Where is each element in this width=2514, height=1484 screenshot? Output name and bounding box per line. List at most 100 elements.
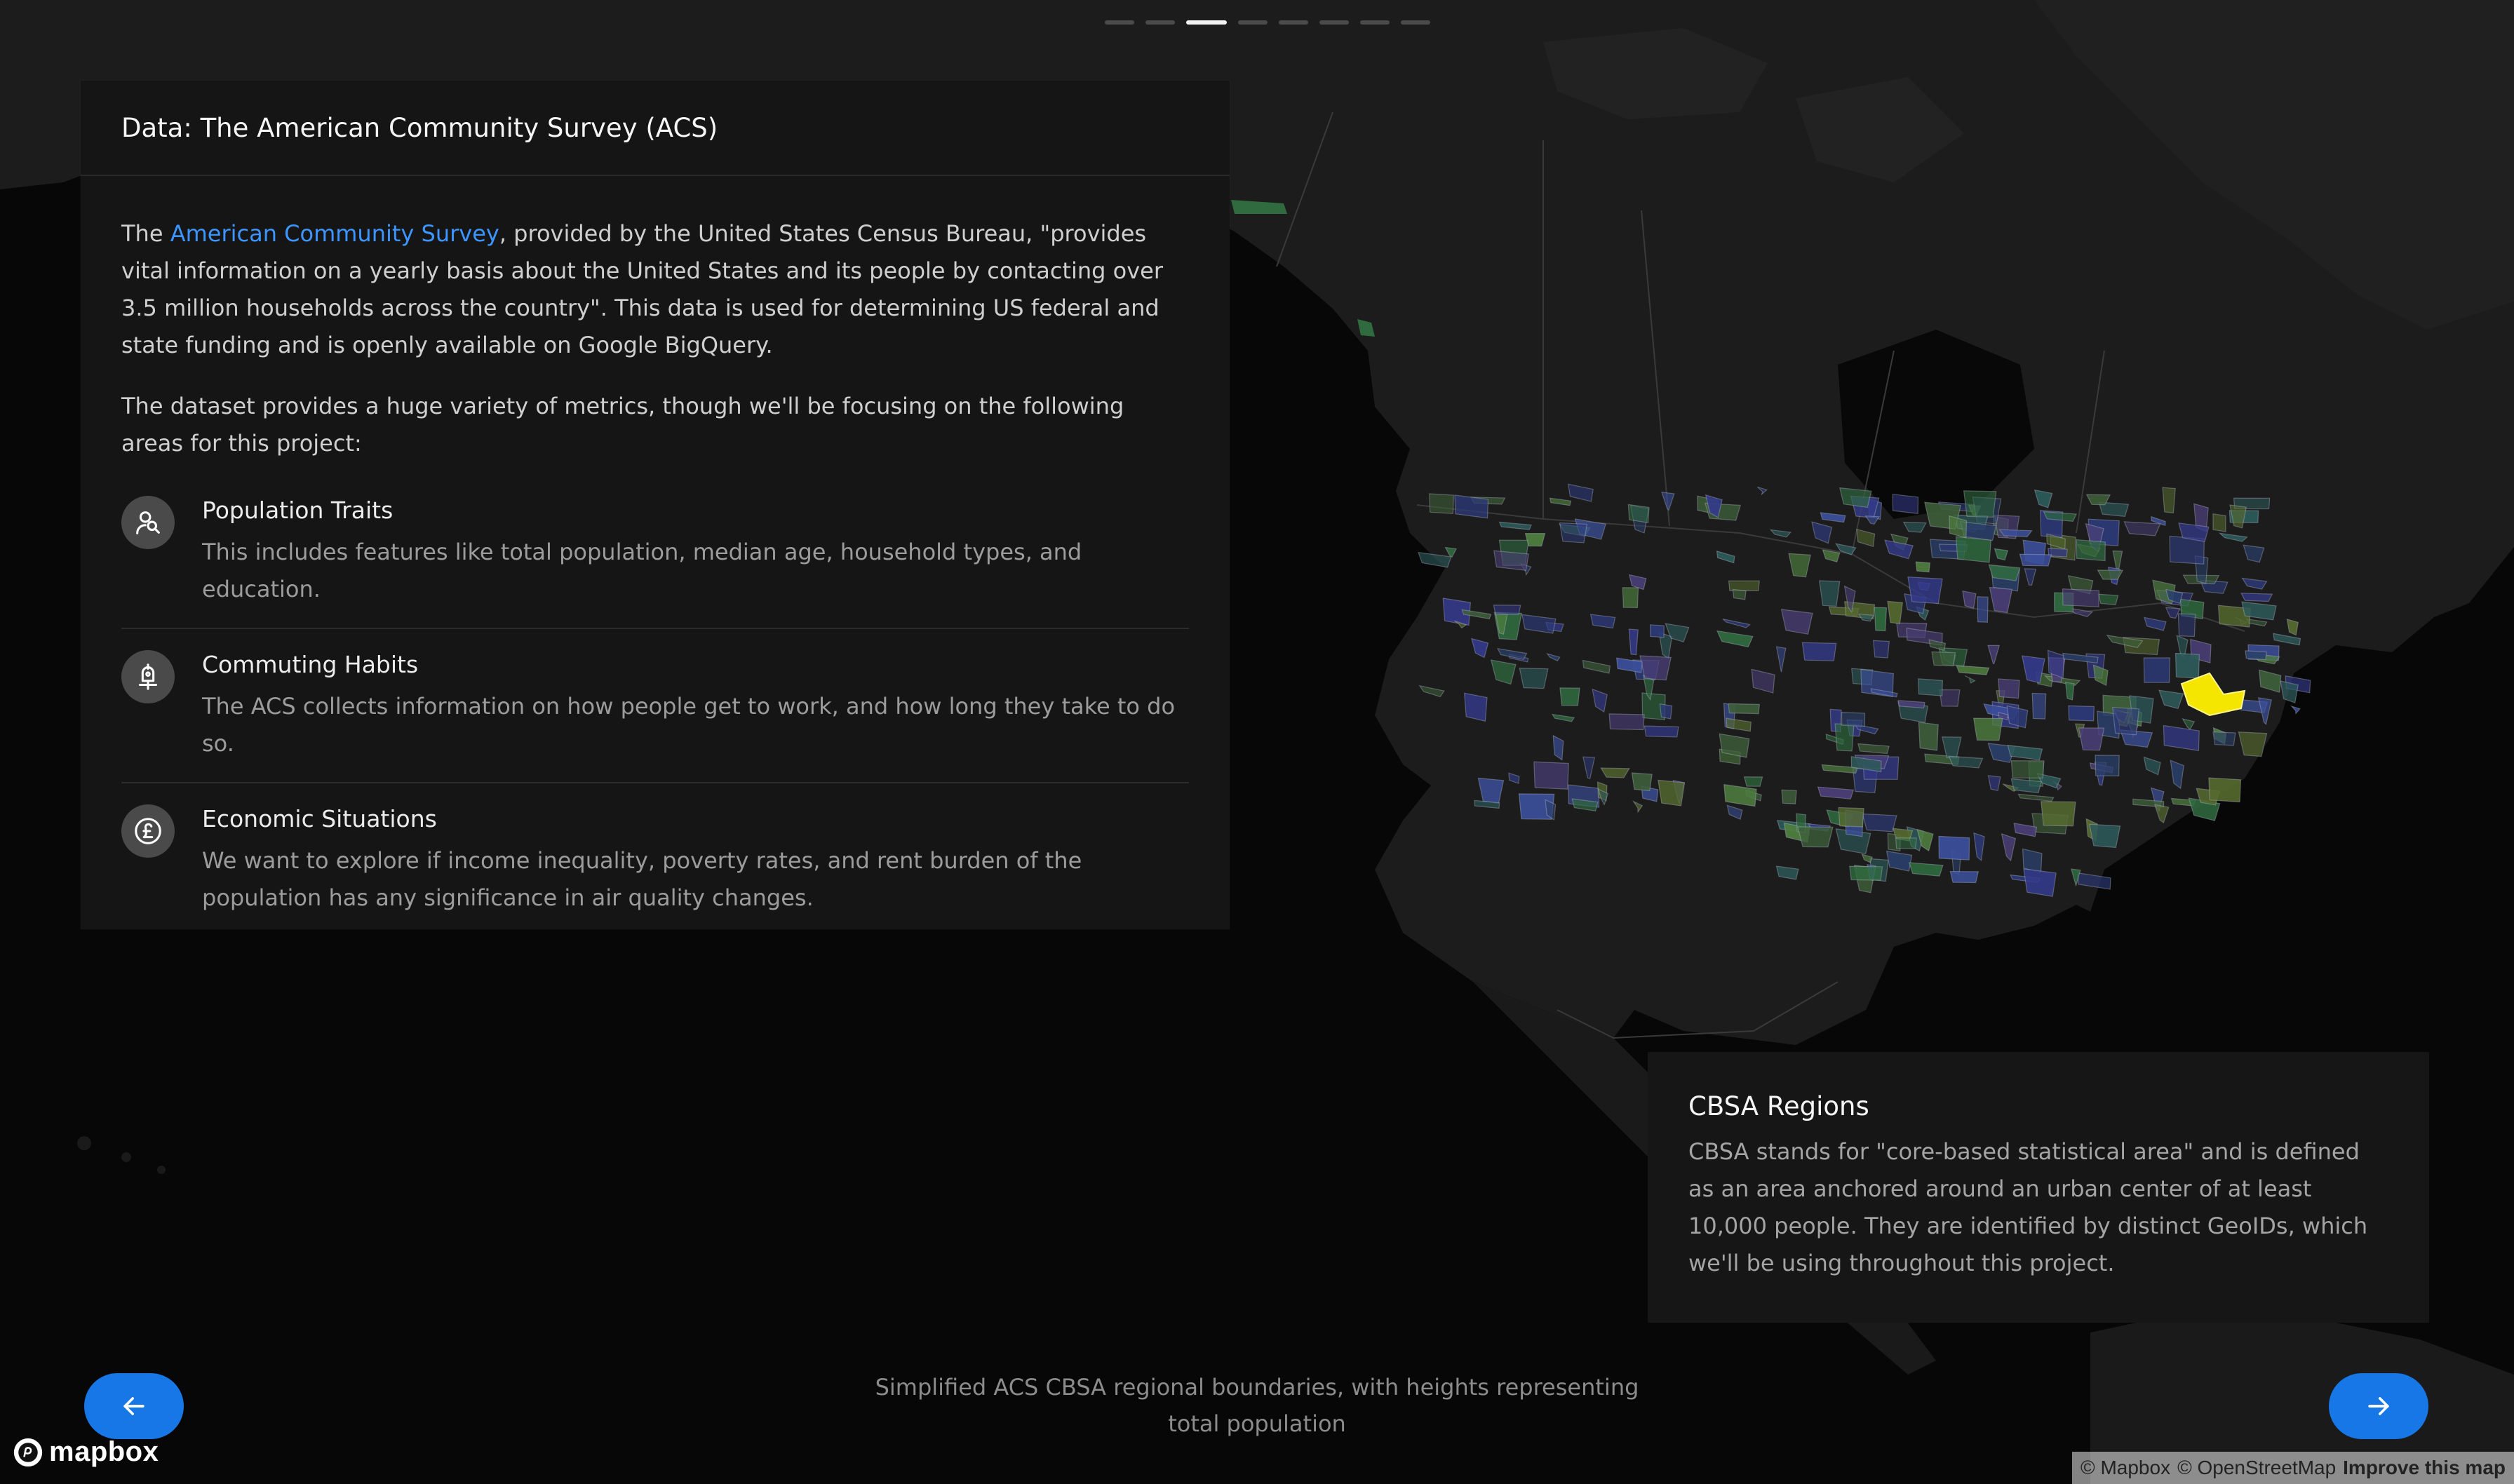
attribution-mapbox-link[interactable]: © Mapbox bbox=[2081, 1457, 2170, 1479]
cbsa-region[interactable] bbox=[1915, 561, 1931, 573]
progress-step[interactable] bbox=[1279, 20, 1308, 25]
cbsa-region[interactable] bbox=[1907, 576, 1943, 605]
cbsa-region[interactable] bbox=[1949, 870, 1979, 884]
cbsa-region[interactable] bbox=[1493, 550, 1529, 571]
cbsa-region[interactable] bbox=[1918, 678, 1944, 696]
cbsa-region[interactable] bbox=[2062, 588, 2099, 607]
cbsa-region[interactable] bbox=[1874, 607, 1888, 632]
cbsa-region[interactable] bbox=[2095, 755, 2120, 777]
cbsa-region[interactable] bbox=[1834, 723, 1855, 752]
cbsa-region[interactable] bbox=[2031, 692, 2047, 720]
cbsa-region[interactable] bbox=[1780, 609, 1813, 635]
progress-step[interactable] bbox=[1186, 20, 1227, 25]
cbsa-region[interactable] bbox=[1628, 628, 1639, 656]
intro-paragraph: The American Community Survey, provided … bbox=[121, 215, 1189, 364]
cbsa-region[interactable] bbox=[1838, 807, 1864, 828]
cbsa-region[interactable] bbox=[1895, 837, 1917, 849]
cbsa-region[interactable] bbox=[2097, 593, 2119, 605]
cbsa-region[interactable] bbox=[1977, 596, 1989, 623]
cbsa-region[interactable] bbox=[2162, 487, 2176, 514]
cbsa-region[interactable] bbox=[1931, 651, 1956, 667]
cbsa-region[interactable] bbox=[2023, 868, 2057, 897]
cbsa-region[interactable] bbox=[1533, 761, 1569, 790]
progress-step[interactable] bbox=[1360, 20, 1390, 25]
cbsa-region[interactable] bbox=[1962, 590, 1977, 609]
cbsa-region[interactable] bbox=[1849, 865, 1883, 881]
cbsa-region[interactable] bbox=[1972, 717, 2003, 741]
cbsa-region[interactable] bbox=[1839, 487, 1872, 508]
cbsa-region[interactable] bbox=[1801, 642, 1837, 661]
cbsa-region[interactable] bbox=[1955, 536, 1992, 563]
cbsa-region[interactable] bbox=[1918, 722, 1939, 751]
cbsa-region[interactable] bbox=[1627, 504, 1650, 524]
cbsa-region[interactable] bbox=[1493, 605, 1521, 615]
cbsa-region[interactable] bbox=[2068, 705, 2095, 722]
cbsa-region[interactable] bbox=[2064, 682, 2075, 701]
progress-step[interactable] bbox=[1401, 20, 1430, 25]
pound-coin-icon bbox=[121, 804, 175, 858]
cbsa-region[interactable] bbox=[1887, 600, 1903, 625]
arrow-left-icon bbox=[123, 1397, 144, 1415]
cbsa-region[interactable] bbox=[1608, 713, 1645, 731]
cbsa-region[interactable] bbox=[1728, 703, 1760, 715]
cbsa-region[interactable] bbox=[1650, 624, 1665, 638]
cbsa-region[interactable] bbox=[1998, 678, 2020, 699]
cbsa-region[interactable] bbox=[1892, 494, 1919, 514]
previous-slide-button[interactable] bbox=[84, 1373, 184, 1439]
cbsa-region[interactable] bbox=[2076, 539, 2106, 562]
cbsa-region[interactable] bbox=[1559, 522, 1588, 544]
cbsa-region[interactable] bbox=[2088, 823, 2121, 849]
mapbox-logo[interactable]: mapbox bbox=[13, 1436, 159, 1468]
cbsa-region[interactable] bbox=[2123, 521, 2161, 537]
cbsa-region[interactable] bbox=[2177, 613, 2196, 638]
cbsa-region[interactable] bbox=[1872, 640, 1890, 659]
cbsa-region[interactable] bbox=[2143, 657, 2170, 683]
cbsa-region[interactable] bbox=[1559, 687, 1580, 706]
progress-step[interactable] bbox=[1319, 20, 1349, 25]
cbsa-region[interactable] bbox=[1743, 776, 1763, 787]
cbsa-region[interactable] bbox=[2240, 593, 2273, 602]
cbsa-region[interactable] bbox=[2212, 513, 2226, 532]
cbsa-region[interactable] bbox=[2212, 731, 2236, 746]
cbsa-region[interactable] bbox=[1963, 490, 1997, 518]
cbsa-region[interactable] bbox=[1781, 789, 1797, 804]
progress-step[interactable] bbox=[1238, 20, 1268, 25]
cbsa-region[interactable] bbox=[1463, 692, 1488, 722]
cbsa-region[interactable] bbox=[1948, 755, 1984, 769]
feature-description: We want to explore if income inequality,… bbox=[202, 847, 1082, 911]
cbsa-region[interactable] bbox=[1797, 826, 1834, 848]
cbsa-region[interactable] bbox=[2208, 777, 2242, 803]
cbsa-region[interactable] bbox=[2078, 727, 2105, 751]
cbsa-region[interactable] bbox=[1938, 835, 1970, 861]
cbsa-region[interactable] bbox=[1862, 813, 1897, 832]
cbsa-region[interactable] bbox=[2174, 652, 2200, 679]
cbsa-region[interactable] bbox=[1524, 532, 1546, 547]
cbsa-region[interactable] bbox=[1819, 580, 1841, 607]
cbsa-region[interactable] bbox=[1998, 529, 2033, 537]
progress-step[interactable] bbox=[1105, 20, 1134, 25]
improve-map-link[interactable]: Improve this map bbox=[2343, 1457, 2506, 1479]
cbsa-region[interactable] bbox=[2112, 706, 2140, 736]
cbsa-region[interactable] bbox=[1658, 779, 1686, 807]
cbsa-region[interactable] bbox=[1631, 772, 1653, 792]
cbsa-region[interactable] bbox=[2041, 801, 2076, 827]
acs-link[interactable]: American Community Survey bbox=[170, 220, 499, 247]
cbsa-region[interactable] bbox=[1622, 587, 1639, 608]
cbsa-region[interactable] bbox=[1643, 725, 1679, 738]
feature-item-population: Population Traits This includes features… bbox=[121, 494, 1189, 629]
cbsa-region[interactable] bbox=[1639, 655, 1672, 681]
cbsa-region[interactable] bbox=[1429, 493, 1454, 514]
feature-item-economic: Economic Situations We want to explore i… bbox=[121, 803, 1189, 936]
attribution-osm-link[interactable]: © OpenStreetMap bbox=[2177, 1457, 2336, 1479]
cbsa-region[interactable] bbox=[1519, 668, 1549, 689]
cbsa-region[interactable] bbox=[1454, 494, 1489, 519]
progress-step[interactable] bbox=[1145, 20, 1175, 25]
cbsa-region[interactable] bbox=[1732, 588, 1747, 600]
cbsa-region[interactable] bbox=[2010, 760, 2045, 778]
cbsa-region[interactable] bbox=[1659, 703, 1673, 720]
next-slide-button[interactable] bbox=[2329, 1373, 2428, 1439]
cbsa-region[interactable] bbox=[2245, 650, 2267, 661]
cbsa-region[interactable] bbox=[2019, 553, 2052, 567]
cbsa-region[interactable] bbox=[1939, 689, 1961, 707]
cbsa-region[interactable] bbox=[1841, 711, 1866, 727]
